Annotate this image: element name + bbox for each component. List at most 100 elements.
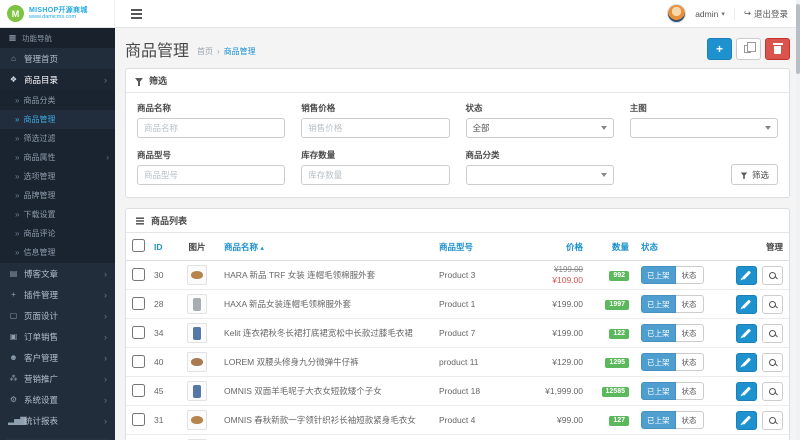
quantity-badge: 122 (609, 328, 629, 339)
sidebar-link-博客文章[interactable]: ▤ 博客文章 › (0, 263, 115, 284)
trash-icon (772, 43, 783, 54)
row-checkbox[interactable] (132, 325, 145, 339)
page-scrollbar[interactable] (796, 0, 800, 440)
row-checkbox[interactable] (132, 412, 145, 426)
product-id: 31 (148, 405, 176, 435)
magnifier-icon (769, 416, 776, 424)
status-toggle-button[interactable]: 状态 (675, 353, 704, 371)
breadcrumb-current[interactable]: 商品管理 (224, 46, 256, 57)
edit-button[interactable] (735, 294, 757, 314)
view-button[interactable] (762, 323, 783, 343)
column-quantity[interactable]: 数量 (589, 233, 635, 261)
sidebar-submenu: » 商品分类» 商品管理» 筛选过滤» 商品属性 ›» 选项管理» 品牌管理» 下载设置» 商品评… (0, 90, 115, 263)
status-toggle-button[interactable]: 状态 (675, 324, 704, 342)
user-menu[interactable]: admin ▾ (695, 9, 725, 19)
sidebar-subitem-信息管理[interactable]: » 信息管理 (0, 243, 115, 262)
status-toggle-button[interactable]: 状态 (675, 382, 704, 400)
sidebar-subitem-下载设置[interactable]: » 下载设置 (0, 205, 115, 224)
scrollbar-thumb[interactable] (796, 4, 800, 74)
sidebar-subitem-商品评论[interactable]: » 商品评论 (0, 224, 115, 243)
logout-button[interactable]: ↪ 退出登录 (733, 7, 788, 20)
row-checkbox[interactable] (132, 267, 145, 281)
column-status[interactable]: 状态 (635, 233, 727, 261)
add-product-button[interactable]: + (707, 38, 732, 60)
status-toggle-button[interactable]: 状态 (675, 295, 704, 313)
product-image (191, 358, 203, 366)
filter-panel-header: 筛选 (126, 69, 789, 93)
submenu-marker-icon: » (15, 172, 20, 181)
sidebar-subitem-筛选过滤[interactable]: » 筛选过滤 (0, 129, 115, 148)
column-model[interactable]: 商品型号 (433, 233, 525, 261)
column-price[interactable]: 价格 (525, 233, 589, 261)
filter-quantity-input[interactable] (301, 165, 450, 185)
status-toggle-button[interactable]: 状态 (675, 266, 704, 284)
column-name[interactable]: 商品名称 ▴ (218, 233, 433, 261)
status-enabled-button[interactable]: 已上架 (641, 382, 676, 400)
row-checkbox[interactable] (132, 296, 145, 310)
filter-name-input[interactable] (137, 118, 286, 138)
sidebar-subitem-品牌管理[interactable]: » 品牌管理 (0, 186, 115, 205)
status-enabled-button[interactable]: 已上架 (641, 353, 676, 371)
column-image: 图片 (176, 233, 218, 261)
view-button[interactable] (762, 381, 783, 401)
sidebar-link-订单销售[interactable]: ▣ 订单销售 › (0, 326, 115, 347)
edit-button[interactable] (735, 381, 757, 401)
home-icon: ⌂ (11, 54, 16, 63)
filter-price-input[interactable] (301, 118, 450, 138)
sidebar-subitem-label: 商品分类 (23, 96, 56, 105)
submenu-marker-icon: » (15, 248, 20, 257)
sidebar-link-页面设计[interactable]: ▢ 页面设计 › (0, 305, 115, 326)
status-enabled-button[interactable]: 已上架 (641, 324, 676, 342)
magnifier-icon (769, 329, 776, 337)
status-enabled-button[interactable]: 已上架 (641, 411, 676, 429)
edit-button[interactable] (735, 265, 757, 285)
pencil-icon (741, 270, 751, 280)
status-enabled-button[interactable]: 已上架 (641, 266, 676, 284)
row-checkbox[interactable] (132, 354, 145, 368)
view-button[interactable] (762, 410, 783, 430)
status-toggle-button[interactable]: 状态 (675, 411, 704, 429)
sidebar-subitem-商品管理[interactable]: » 商品管理 (0, 110, 115, 129)
filter-model-input[interactable] (137, 165, 286, 185)
filter-image-select[interactable] (629, 118, 778, 138)
view-button[interactable] (762, 294, 783, 314)
chevron-down-icon (600, 126, 607, 130)
edit-button[interactable] (735, 323, 757, 343)
delete-button[interactable] (765, 38, 790, 60)
column-id[interactable]: ID (148, 233, 176, 261)
sidebar-subitem-选项管理[interactable]: » 选项管理 (0, 167, 115, 186)
sidebar-toggle-button[interactable] (127, 9, 146, 19)
sidebar-link-客户管理[interactable]: ☻ 客户管理 › (0, 347, 115, 368)
filter-model-label: 商品型号 (137, 150, 172, 160)
sidebar-subitem-商品属性[interactable]: » 商品属性 › (0, 148, 115, 167)
sidebar-link-营销推广[interactable]: ⁂ 营销推广 › (0, 368, 115, 389)
sidebar-link-插件管理[interactable]: + 插件管理 › (0, 284, 115, 305)
status-enabled-button[interactable]: 已上架 (641, 295, 676, 313)
copy-button[interactable] (736, 38, 761, 60)
view-button[interactable] (762, 352, 783, 372)
row-checkbox[interactable] (132, 383, 145, 397)
filter-category-select[interactable] (465, 165, 614, 185)
filter-category-label: 商品分类 (465, 150, 500, 160)
sidebar-subitem-label: 筛选过滤 (23, 134, 56, 143)
product-price: ¥199.00 ¥109.00 (525, 260, 589, 290)
filter-submit-button[interactable]: 筛选 (730, 164, 778, 185)
edit-button[interactable] (735, 410, 757, 430)
pencil-icon (741, 328, 751, 338)
filter-status-select[interactable]: 全部 (465, 118, 614, 138)
user-avatar[interactable] (667, 4, 687, 23)
breadcrumb-home-link[interactable]: 首页 (197, 46, 213, 57)
sidebar-link-系统设置[interactable]: ⚙ 系统设置 › (0, 389, 115, 410)
edit-button[interactable] (735, 352, 757, 372)
select-all-checkbox[interactable] (132, 239, 145, 252)
sidebar-link-商品目录[interactable]: ❖ 商品目录 › (0, 69, 115, 90)
sidebar-item-系统设置: ⚙ 系统设置 › (0, 389, 115, 410)
sidebar-link-统计报表[interactable]: ▂▅▇ 统计报表 › (0, 410, 115, 431)
sidebar-link-管理首页[interactable]: ⌂ 管理首页 (0, 48, 115, 69)
view-button[interactable] (762, 265, 783, 285)
sidebar-subitem-商品分类[interactable]: » 商品分类 (0, 91, 115, 110)
system-icon: ⚙ (9, 395, 18, 404)
filter-status-label: 状态 (465, 103, 483, 113)
product-id (148, 434, 176, 440)
brand-logo[interactable]: M MISHOP开源商城 www.damicms.com (0, 0, 115, 27)
